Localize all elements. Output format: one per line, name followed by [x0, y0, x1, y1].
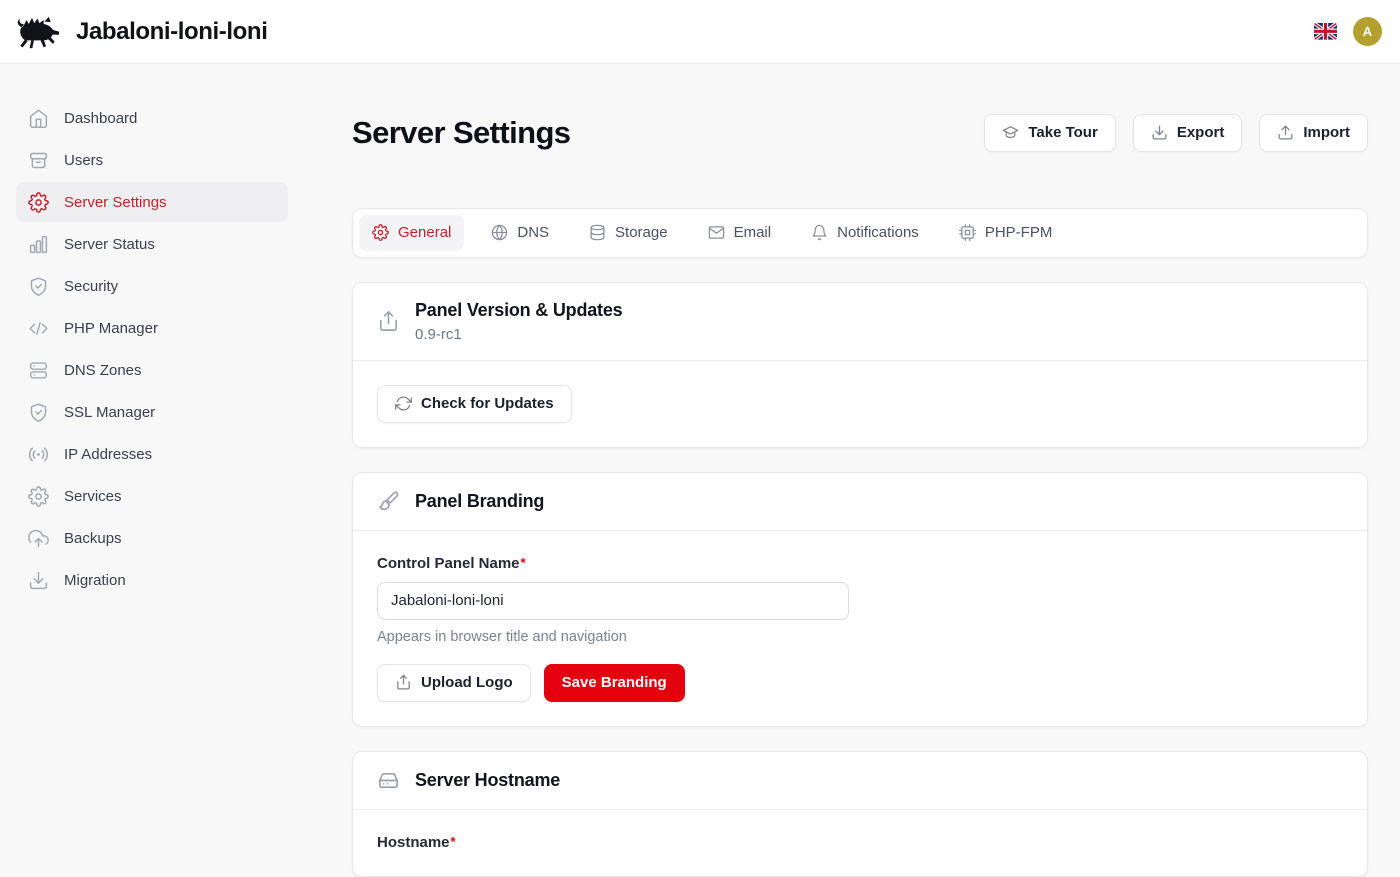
shield-check-icon: [28, 402, 49, 423]
graduation-cap-icon: [1002, 124, 1019, 141]
broadcast-icon: [28, 444, 49, 465]
tab-notifications[interactable]: Notifications: [798, 215, 932, 251]
cpu-icon: [959, 224, 976, 241]
boar-logo-icon: [14, 12, 64, 52]
sidebar-item-server-settings[interactable]: Server Settings: [16, 182, 288, 222]
tab-storage[interactable]: Storage: [576, 215, 681, 251]
panel-version-card: Panel Version & Updates 0.9-rc1 Check fo…: [352, 282, 1368, 448]
bar-chart-icon: [28, 234, 49, 255]
take-tour-button[interactable]: Take Tour: [984, 114, 1115, 152]
mail-icon: [708, 224, 725, 241]
sidebar-item-ssl-manager[interactable]: SSL Manager: [16, 392, 288, 432]
server-stack-icon: [28, 360, 49, 381]
sidebar-item-ip-addresses[interactable]: IP Addresses: [16, 434, 288, 474]
upload-logo-button[interactable]: Upload Logo: [377, 664, 531, 702]
uk-flag-icon[interactable]: [1314, 23, 1337, 40]
sidebar-item-label: Services: [64, 488, 122, 505]
sidebar-item-services[interactable]: Services: [16, 476, 288, 516]
tab-php-fpm[interactable]: PHP-FPM: [946, 215, 1066, 251]
download-icon: [28, 570, 49, 591]
sidebar-item-label: IP Addresses: [64, 446, 152, 463]
sidebar-item-label: Dashboard: [64, 110, 137, 127]
save-branding-button[interactable]: Save Branding: [544, 664, 685, 702]
top-bar: Jabaloni-loni-loni A: [0, 0, 1400, 64]
export-button[interactable]: Export: [1133, 114, 1243, 152]
shield-check-icon: [28, 276, 49, 297]
sidebar-item-migration[interactable]: Migration: [16, 560, 288, 600]
user-avatar[interactable]: A: [1353, 17, 1382, 46]
sidebar-item-security[interactable]: Security: [16, 266, 288, 306]
field-helper-text: Appears in browser title and navigation: [377, 629, 1343, 645]
sidebar-item-dns-zones[interactable]: DNS Zones: [16, 350, 288, 390]
gear-icon: [28, 192, 49, 213]
brand: Jabaloni-loni-loni: [14, 12, 267, 52]
sidebar-item-users[interactable]: Users: [16, 140, 288, 180]
page-title: Server Settings: [352, 111, 570, 155]
check-for-updates-button[interactable]: Check for Updates: [377, 385, 572, 423]
database-icon: [589, 224, 606, 241]
code-icon: [28, 318, 49, 339]
sidebar-item-label: Server Settings: [64, 194, 167, 211]
app-title: Jabaloni-loni-loni: [76, 18, 267, 46]
sidebar-item-label: Server Status: [64, 236, 155, 253]
server-hostname-card: Server Hostname Hostname*: [352, 751, 1368, 877]
paintbrush-icon: [377, 490, 400, 513]
tab-dns[interactable]: DNS: [478, 215, 562, 251]
import-button[interactable]: Import: [1259, 114, 1368, 152]
top-bar-right: A: [1314, 17, 1382, 46]
hostname-label: Hostname*: [377, 834, 456, 851]
control-panel-name-label: Control Panel Name*: [377, 555, 526, 572]
bell-icon: [811, 224, 828, 241]
sidebar-item-dashboard[interactable]: Dashboard: [16, 98, 288, 138]
home-icon: [28, 108, 49, 129]
tab-general[interactable]: General: [359, 215, 464, 251]
panel-branding-card: Panel Branding Control Panel Name* Appea…: [352, 472, 1368, 727]
sidebar-item-label: Backups: [64, 530, 122, 547]
panel-version-value: 0.9-rc1: [415, 326, 622, 343]
gear-icon: [28, 486, 49, 507]
card-title: Panel Version & Updates: [415, 300, 622, 321]
download-icon: [1151, 124, 1168, 141]
globe-icon: [491, 224, 508, 241]
share-icon: [377, 310, 400, 333]
sidebar-item-label: Migration: [64, 572, 126, 589]
card-title: Panel Branding: [415, 491, 544, 512]
cloud-upload-icon: [28, 528, 49, 549]
sidebar-item-label: DNS Zones: [64, 362, 142, 379]
sidebar-item-php-manager[interactable]: PHP Manager: [16, 308, 288, 348]
main-content: Server Settings Take Tour Export Import: [304, 64, 1400, 800]
sidebar-item-label: PHP Manager: [64, 320, 158, 337]
gear-icon: [372, 224, 389, 241]
required-asterisk: *: [521, 555, 526, 570]
sidebar-item-label: SSL Manager: [64, 404, 155, 421]
sidebar-item-label: Users: [64, 152, 103, 169]
sidebar-item-backups[interactable]: Backups: [16, 518, 288, 558]
required-asterisk: *: [451, 834, 456, 849]
archive-box-icon: [28, 150, 49, 171]
upload-icon: [1277, 124, 1294, 141]
control-panel-name-input[interactable]: [377, 582, 849, 620]
upload-icon: [395, 674, 412, 691]
hard-drive-icon: [377, 769, 400, 792]
sidebar: Dashboard Users Server Settings Server S…: [0, 64, 304, 800]
refresh-icon: [395, 395, 412, 412]
settings-tabs: General DNS Storage Email Notifications …: [352, 208, 1368, 258]
page-actions: Take Tour Export Import: [984, 114, 1368, 152]
card-title: Server Hostname: [415, 770, 560, 791]
sidebar-item-server-status[interactable]: Server Status: [16, 224, 288, 264]
tab-email[interactable]: Email: [695, 215, 785, 251]
sidebar-item-label: Security: [64, 278, 118, 295]
